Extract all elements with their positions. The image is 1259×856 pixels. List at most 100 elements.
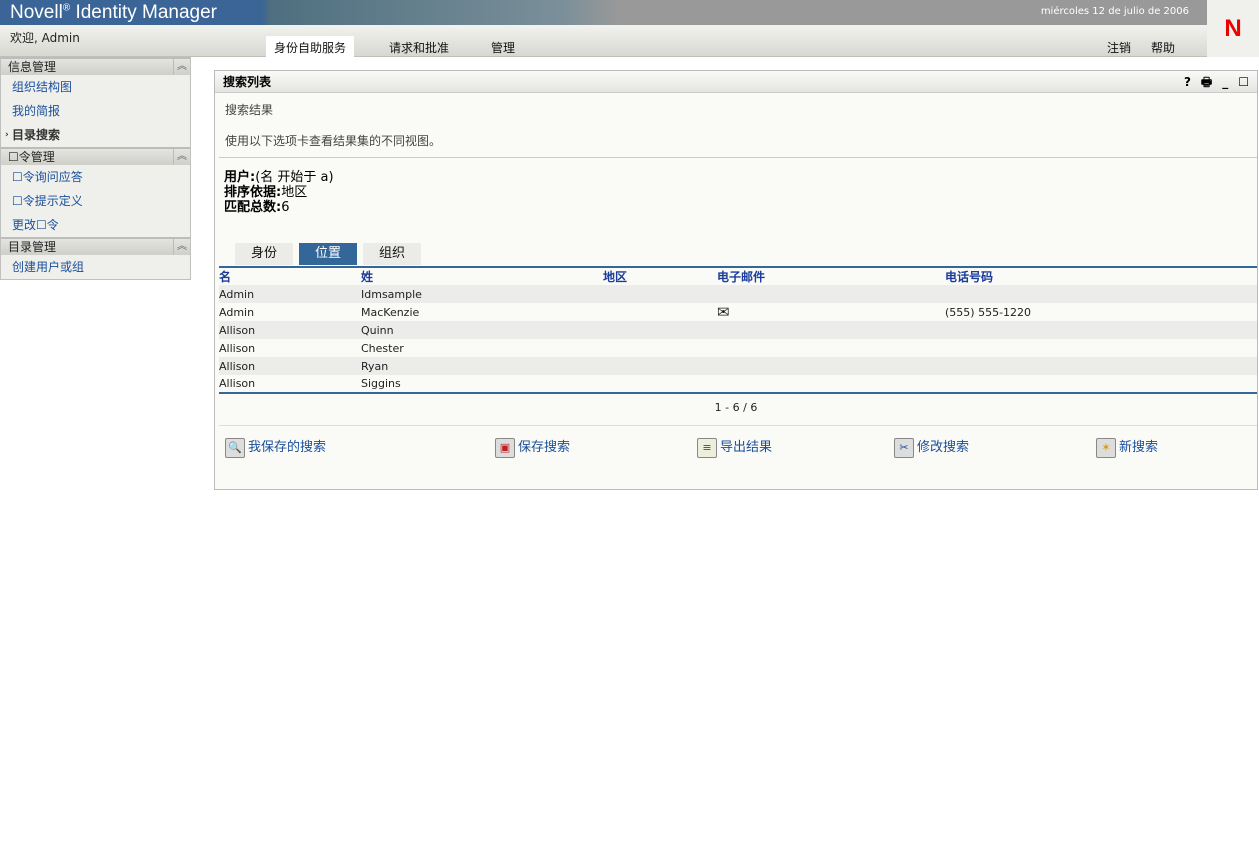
- col-first-name[interactable]: 名: [219, 267, 361, 285]
- results-table: 名 姓 地区 电子邮件 电话号码 Admin Idmsample Admin MacK…: [219, 266, 1257, 394]
- sidebar-item-hint[interactable]: ☐令提示定义: [1, 189, 190, 213]
- table-cell: [945, 339, 1257, 357]
- tab-requests[interactable]: 请求和批准: [381, 36, 457, 57]
- table-cell: [945, 357, 1257, 375]
- action-bar: 🔍 我保存的搜索 ▣ 保存搜索 ≡ 导出结果 ✂ 修改搜索 ✶ 新搜索: [219, 425, 1257, 470]
- section-password: ☐令管理 ︽: [1, 147, 190, 165]
- sort-value: 地区: [281, 185, 308, 200]
- new-search-link[interactable]: ✶ 新搜索: [1096, 436, 1158, 458]
- sidebar-item-create[interactable]: 创建用户或组: [1, 255, 190, 279]
- table-row[interactable]: Admin MacKenzie ✉ (555) 555-1220: [219, 303, 1257, 321]
- table-cell: [945, 285, 1257, 303]
- section-info: 信息管理 ︽: [1, 57, 190, 75]
- export-icon: ≡: [697, 438, 717, 458]
- product-name: Identity Manager: [70, 2, 217, 23]
- table-cell: MacKenzie: [361, 305, 420, 319]
- tools-icon: ✂: [894, 438, 914, 458]
- novell-logo: N: [1207, 0, 1259, 57]
- table-cell: [603, 375, 717, 393]
- count-value: 6: [281, 200, 290, 215]
- table-cell: [603, 339, 717, 357]
- subtitle: 搜索结果: [225, 103, 274, 117]
- table-cell: Allison: [219, 357, 361, 375]
- export-results-link[interactable]: ≡ 导出结果: [697, 436, 772, 458]
- table-cell: [717, 285, 945, 303]
- modify-search-link[interactable]: ✂ 修改搜索: [894, 436, 969, 458]
- col-last-name[interactable]: 姓: [361, 267, 603, 285]
- help-link[interactable]: 帮助: [1143, 36, 1183, 57]
- sidebar-item-directory-search[interactable]: 目录搜索: [1, 123, 190, 147]
- table-cell: [945, 375, 1257, 393]
- print-icon[interactable]: 🖶: [1201, 71, 1212, 93]
- table-row[interactable]: Allison Quinn: [219, 321, 1257, 339]
- table-cell: Allison: [219, 321, 361, 339]
- banner: Novell® Identity Manager miércoles 12 de…: [0, 0, 1207, 25]
- user-label: 用户:: [224, 170, 256, 185]
- search-list-panel: 搜索列表 ? 🖶 _ ☐ 搜索结果 使用以下选项卡查看结果集的不同视图。 用户:(名 …: [214, 70, 1258, 490]
- table-cell: Admin: [219, 285, 361, 303]
- table-cell: [717, 375, 945, 393]
- table-cell: [945, 321, 1257, 339]
- section-title: 目录管理: [8, 240, 57, 254]
- table-cell: [717, 357, 945, 375]
- brand-logo: Novell® Identity Manager: [10, 2, 217, 24]
- action-label[interactable]: 导出结果: [720, 436, 772, 455]
- table-cell: [603, 321, 717, 339]
- save-search-link[interactable]: ▣ 保存搜索: [495, 436, 570, 458]
- table-cell: [603, 357, 717, 375]
- saved-search-icon: 🔍: [225, 438, 245, 458]
- tab-admin[interactable]: 管理: [483, 36, 523, 57]
- user-value: (名 开始于 a): [255, 170, 334, 185]
- table-cell: (555) 555-1220: [945, 305, 1032, 319]
- table-cell: Admin: [219, 305, 255, 319]
- tab-identity[interactable]: 身份: [235, 243, 294, 265]
- table-cell: [603, 285, 717, 303]
- sidebar-item-challenge[interactable]: ☐令询问应答: [1, 165, 190, 189]
- table-cell: Allison: [219, 377, 256, 390]
- panel-header: 搜索列表 ? 🖶 _ ☐: [215, 71, 1257, 93]
- welcome-text: 欢迎, Admin: [10, 31, 80, 45]
- table-row[interactable]: Allison Ryan: [219, 357, 1257, 375]
- sidebar-item-change-password[interactable]: 更改☐令: [1, 213, 190, 237]
- date: miércoles 12 de julio de 2006: [1040, 6, 1189, 17]
- table-cell: Quinn: [361, 321, 603, 339]
- search-summary: 用户:(名 开始于 a) 排序依据:地区 匹配总数:6: [215, 158, 1257, 227]
- maximize-icon[interactable]: ☐: [1238, 71, 1249, 93]
- collapse-icon[interactable]: ︽: [173, 239, 190, 255]
- tab-organization[interactable]: 组织: [363, 243, 422, 265]
- panel-title: 搜索列表: [223, 75, 272, 89]
- table-row[interactable]: Allison Siggins: [219, 375, 1257, 393]
- email-icon[interactable]: ✉: [717, 303, 945, 321]
- sidebar-item-orgchart[interactable]: 组织结构图: [1, 75, 190, 99]
- col-region[interactable]: 地区: [603, 267, 717, 285]
- action-label[interactable]: 保存搜索: [518, 436, 570, 455]
- floppy-icon: ▣: [495, 438, 515, 458]
- help-icon[interactable]: ?: [1184, 71, 1191, 93]
- col-email[interactable]: 电子邮件: [717, 267, 945, 285]
- table-cell: Allison: [219, 341, 256, 355]
- table-row[interactable]: Allison Chester: [219, 339, 1257, 357]
- table-cell: Idmsample: [361, 285, 603, 303]
- new-search-icon: ✶: [1096, 438, 1116, 458]
- col-phone[interactable]: 电话号码: [945, 267, 1257, 285]
- table-cell: [717, 321, 945, 339]
- tab-self-service[interactable]: 身份自助服务: [266, 36, 355, 57]
- table-cell: Ryan: [361, 357, 603, 375]
- sidebar: 信息管理 ︽ 组织结构图 我的简报 目录搜索 ☐令管理 ︽ ☐令询问应答 ☐令提示定…: [0, 57, 191, 280]
- sort-label: 排序依据:: [224, 185, 282, 200]
- tab-location[interactable]: 位置: [299, 243, 358, 265]
- section-directory: 目录管理 ︽: [1, 237, 190, 255]
- collapse-icon[interactable]: ︽: [173, 149, 190, 165]
- my-saved-searches-link[interactable]: 🔍 我保存的搜索: [225, 436, 326, 458]
- section-title: ☐令管理: [8, 150, 55, 164]
- section-title: 信息管理: [8, 60, 57, 74]
- action-label[interactable]: 我保存的搜索: [248, 436, 326, 455]
- minimize-icon[interactable]: _: [1222, 71, 1228, 93]
- action-label[interactable]: 新搜索: [1119, 436, 1158, 455]
- table-row[interactable]: Admin Idmsample: [219, 285, 1257, 303]
- action-label[interactable]: 修改搜索: [917, 436, 969, 455]
- collapse-icon[interactable]: ︽: [173, 59, 190, 75]
- sidebar-item-profile[interactable]: 我的简报: [1, 99, 190, 123]
- pagination: 1 - 6 / 6: [714, 401, 758, 414]
- logout-link[interactable]: 注销: [1099, 36, 1139, 57]
